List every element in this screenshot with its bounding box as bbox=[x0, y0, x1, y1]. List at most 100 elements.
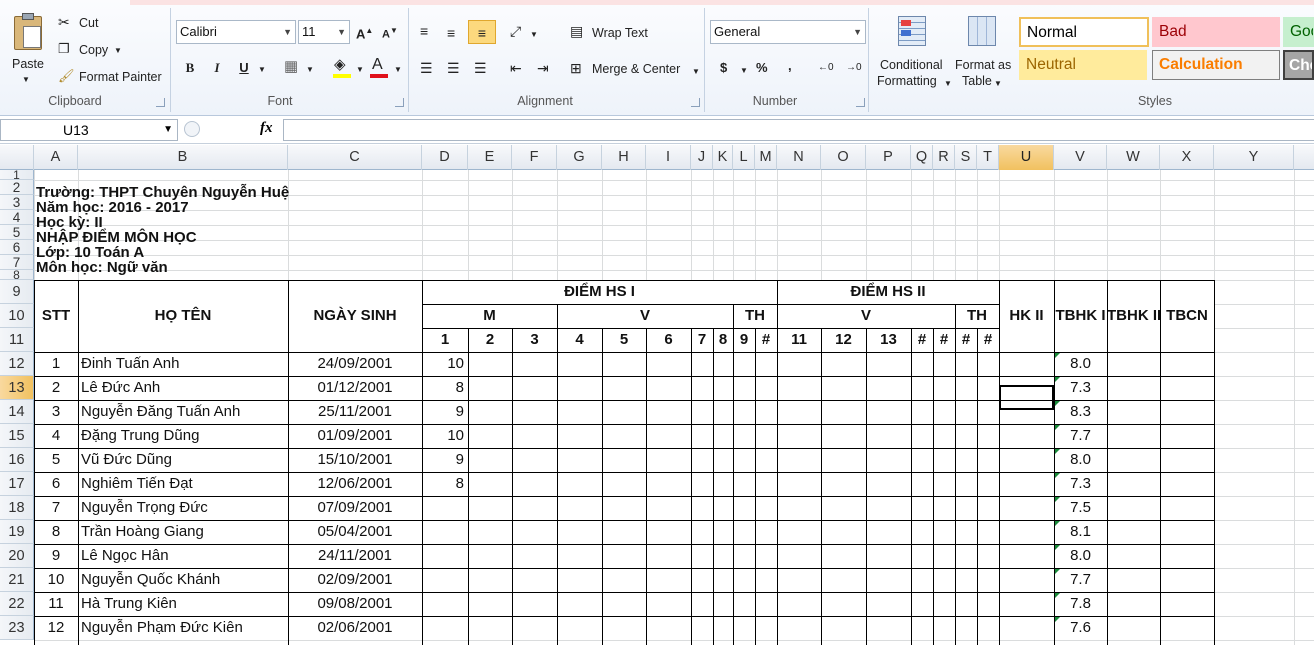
student-score-1[interactable] bbox=[422, 616, 464, 640]
header-tbhk2[interactable]: TBHK II bbox=[1107, 280, 1161, 352]
column-header-H[interactable]: H bbox=[602, 145, 646, 170]
row-header-9[interactable]: 9 bbox=[0, 280, 34, 304]
row-header-11[interactable]: 11 bbox=[0, 328, 34, 352]
decrease-decimal-icon[interactable]: →0 bbox=[846, 59, 862, 77]
underline-button[interactable]: U bbox=[237, 59, 251, 77]
student-score-1[interactable] bbox=[422, 496, 464, 520]
copy-button[interactable]: ❐ Copy ▼ bbox=[58, 41, 128, 59]
column-header-W[interactable]: W bbox=[1107, 145, 1160, 170]
student-tbhk1[interactable]: 8.0 bbox=[1054, 352, 1107, 376]
fill-color-dropdown-icon[interactable]: ▼ bbox=[356, 61, 364, 79]
student-score-1[interactable] bbox=[422, 520, 464, 544]
row-header-1[interactable]: 1 bbox=[0, 169, 34, 181]
style-good[interactable]: Goo bbox=[1283, 17, 1314, 47]
student-name[interactable]: Vũ Đức Dũng bbox=[78, 448, 288, 472]
style-normal[interactable]: Normal bbox=[1019, 17, 1149, 47]
column-header-X[interactable]: X bbox=[1160, 145, 1214, 170]
student-name[interactable]: Đặng Trung Dũng bbox=[78, 424, 288, 448]
student-stt[interactable]: 12 bbox=[34, 616, 78, 640]
header-sub-col[interactable]: 9 bbox=[733, 328, 755, 352]
column-header-K[interactable]: K bbox=[713, 145, 733, 170]
style-calculation[interactable]: Calculation bbox=[1152, 50, 1280, 80]
column-header-U[interactable]: U bbox=[999, 145, 1054, 170]
column-header-F[interactable]: F bbox=[512, 145, 557, 170]
row-header-14[interactable]: 14 bbox=[0, 400, 34, 424]
row-header-3[interactable]: 3 bbox=[0, 195, 34, 210]
format-painter-button[interactable]: 🖌 Format Painter bbox=[58, 68, 168, 86]
student-tbhk1[interactable]: 7.7 bbox=[1054, 568, 1107, 592]
header-tbhk1[interactable]: TBHK I bbox=[1054, 280, 1107, 352]
student-tbhk1[interactable]: 8.0 bbox=[1054, 448, 1107, 472]
number-launcher-icon[interactable] bbox=[856, 98, 865, 107]
header-sub-col[interactable]: 4 bbox=[557, 328, 602, 352]
header-sub-col[interactable]: 1 bbox=[422, 328, 468, 352]
header-sub-col[interactable]: 3 bbox=[512, 328, 557, 352]
column-header-L[interactable]: L bbox=[733, 145, 755, 170]
student-dob[interactable]: 05/04/2001 bbox=[288, 520, 422, 544]
student-stt[interactable]: 1 bbox=[34, 352, 78, 376]
student-stt[interactable]: 2 bbox=[34, 376, 78, 400]
header-v1[interactable]: V bbox=[557, 304, 733, 328]
column-header-C[interactable]: C bbox=[288, 145, 422, 170]
column-header-J[interactable]: J bbox=[691, 145, 713, 170]
header-sub-col[interactable]: # bbox=[977, 328, 999, 352]
student-tbhk1[interactable]: 7.3 bbox=[1054, 376, 1107, 400]
student-dob[interactable]: 02/09/2001 bbox=[288, 568, 422, 592]
select-all-corner[interactable] bbox=[0, 145, 34, 170]
student-dob[interactable]: 07/09/2001 bbox=[288, 496, 422, 520]
row-header-8[interactable]: 8 bbox=[0, 269, 34, 281]
name-box[interactable]: U13 ▼ bbox=[0, 119, 178, 141]
column-header-D[interactable]: D bbox=[422, 145, 468, 170]
student-stt[interactable]: 6 bbox=[34, 472, 78, 496]
shrink-font-icon[interactable]: A▼ bbox=[382, 22, 398, 44]
column-header-E[interactable]: E bbox=[468, 145, 512, 170]
student-score-1[interactable] bbox=[422, 568, 464, 592]
row-header-23[interactable]: 23 bbox=[0, 616, 34, 640]
header-hk2[interactable]: HK II bbox=[999, 280, 1054, 352]
font-color-icon[interactable]: A bbox=[370, 56, 388, 78]
row-header-20[interactable]: 20 bbox=[0, 544, 34, 568]
student-score-1[interactable]: 9 bbox=[422, 448, 464, 472]
number-format-combo[interactable]: General ▼ bbox=[710, 20, 866, 44]
student-stt[interactable]: 7 bbox=[34, 496, 78, 520]
student-score-1[interactable]: 10 bbox=[422, 424, 464, 448]
student-tbhk1[interactable]: 8.0 bbox=[1054, 544, 1107, 568]
align-top-icon[interactable]: ≡ bbox=[420, 22, 428, 40]
header-sub-col[interactable]: # bbox=[755, 328, 777, 352]
header-sub-col[interactable]: 2 bbox=[468, 328, 512, 352]
align-center-icon[interactable]: ☰ bbox=[447, 59, 460, 77]
row-header-2[interactable]: 2 bbox=[0, 180, 34, 195]
student-score-1[interactable]: 10 bbox=[422, 352, 464, 376]
row-header-19[interactable]: 19 bbox=[0, 520, 34, 544]
merge-dropdown-icon[interactable]: ▼ bbox=[692, 63, 700, 81]
row-header-22[interactable]: 22 bbox=[0, 592, 34, 616]
student-name[interactable]: Nguyễn Đăng Tuấn Anh bbox=[78, 400, 288, 424]
student-tbhk1[interactable]: 7.3 bbox=[1054, 472, 1107, 496]
cut-button[interactable]: ✂ Cut bbox=[58, 14, 118, 32]
student-score-1[interactable]: 8 bbox=[422, 376, 464, 400]
row-header-15[interactable]: 15 bbox=[0, 424, 34, 448]
student-stt[interactable]: 10 bbox=[34, 568, 78, 592]
student-name[interactable]: Lê Ngọc Hân bbox=[78, 544, 288, 568]
row-header-13[interactable]: 13 bbox=[0, 376, 34, 400]
wrap-text-button[interactable]: Wrap Text bbox=[592, 25, 648, 41]
fx-icon[interactable]: fx bbox=[260, 120, 273, 137]
row-header-21[interactable]: 21 bbox=[0, 568, 34, 592]
style-neutral[interactable]: Neutral bbox=[1019, 50, 1147, 80]
row-header-17[interactable]: 17 bbox=[0, 472, 34, 496]
column-header-Q[interactable]: Q bbox=[911, 145, 933, 170]
student-tbhk1[interactable]: 7.7 bbox=[1054, 424, 1107, 448]
header-sub-col[interactable]: 12 bbox=[821, 328, 866, 352]
font-size-combo[interactable]: 11 ▼ bbox=[298, 20, 350, 44]
header-sub-col[interactable]: # bbox=[911, 328, 933, 352]
student-name[interactable]: Nguyễn Trọng Đức bbox=[78, 496, 288, 520]
formula-input[interactable] bbox=[283, 119, 1314, 141]
row-header-18[interactable]: 18 bbox=[0, 496, 34, 520]
student-score-1[interactable] bbox=[422, 592, 464, 616]
student-name[interactable]: Nguyễn Quốc Khánh bbox=[78, 568, 288, 592]
column-header-M[interactable]: M bbox=[755, 145, 777, 170]
column-header-I[interactable]: I bbox=[646, 145, 691, 170]
bold-button[interactable]: B bbox=[183, 59, 197, 77]
column-header-N[interactable]: N bbox=[777, 145, 821, 170]
currency-button[interactable]: $ bbox=[720, 59, 727, 77]
